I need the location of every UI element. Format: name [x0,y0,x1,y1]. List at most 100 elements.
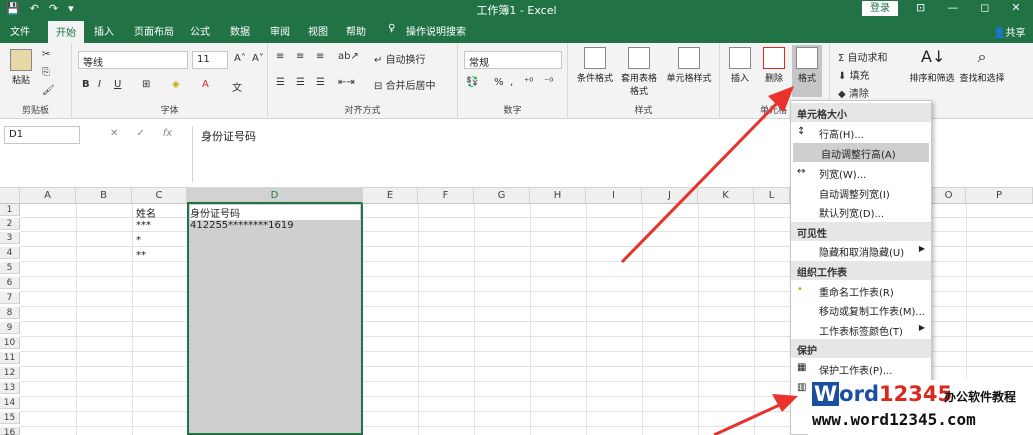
menu-item-hide-unhide[interactable]: 隐藏和取消隐藏(U) ▶ [791,241,931,260]
close-icon[interactable]: ✕ [1011,1,1020,14]
menu-item-tab-color[interactable]: 工作表标签颜色(T) ▶ [791,320,931,339]
row-header-14[interactable]: 14 [0,397,20,409]
column-header-o[interactable]: O [932,188,966,204]
tab-data[interactable]: 数据 [230,23,250,38]
selected-column-d[interactable] [187,204,363,435]
cell-c1[interactable]: 姓名 [136,205,156,220]
italic-button[interactable]: I [98,79,101,90]
percent-button[interactable]: % [494,77,504,88]
conditional-format-button[interactable]: 条件格式 [574,47,616,84]
column-header-p[interactable]: P [966,188,1033,204]
cell-c3[interactable]: * [136,235,141,246]
menu-item-default-width[interactable]: 默认列宽(D)... [791,202,931,221]
tab-view[interactable]: 视图 [308,23,328,38]
number-format-select[interactable]: 常规 [464,51,562,69]
bold-button[interactable]: B [82,79,90,90]
paste-button[interactable]: 粘贴 [6,49,36,86]
font-color-icon[interactable]: A [202,79,209,90]
font-name-select[interactable]: 等线 [78,51,188,69]
align-center-icon[interactable]: ☰ [296,77,305,88]
align-top-icon[interactable]: ≡ [276,51,284,62]
column-header-g[interactable]: G [474,188,530,204]
ribbon-display-icon[interactable]: ⊡ [916,1,925,14]
column-header-d[interactable]: D [187,188,363,204]
tell-me-search[interactable]: 操作说明搜索 [406,23,466,38]
tab-file[interactable]: 文件 [10,23,30,38]
share-button[interactable]: 👤共享 [993,24,1025,39]
tab-home[interactable]: 开始 [48,21,84,43]
menu-item-column-width[interactable]: ↔ 列宽(W)... [791,163,931,182]
select-all-corner[interactable] [0,188,20,204]
orientation-icon[interactable]: ab↗ [338,51,359,62]
align-bottom-icon[interactable]: ≡ [316,51,324,62]
tab-review[interactable]: 审阅 [270,23,290,38]
cell-d1[interactable]: 身份证号码 [190,205,360,220]
row-header-5[interactable]: 5 [0,262,20,274]
tab-formulas[interactable]: 公式 [190,23,210,38]
column-header-e[interactable]: E [363,188,418,204]
indent-icon[interactable]: ⇤⇥ [338,77,355,88]
cell-styles-button[interactable]: 单元格样式 [662,47,716,84]
minimize-icon[interactable]: — [947,1,958,14]
tab-insert[interactable]: 插入 [94,23,114,38]
format-as-table-button[interactable]: 套用表格格式 [618,47,660,97]
row-header-3[interactable]: 3 [0,232,20,244]
column-header-c[interactable]: C [132,188,187,204]
align-left-icon[interactable]: ☰ [276,77,285,88]
row-header-6[interactable]: 6 [0,277,20,289]
cell-d2[interactable]: 412255********1619 [190,220,294,231]
phonetic-icon[interactable]: 文 [232,79,242,94]
cell-c2[interactable]: *** [136,220,151,231]
format-button[interactable]: 格式 [792,45,822,97]
menu-item-row-height[interactable]: ↕ 行高(H)... [791,123,931,142]
name-box[interactable]: D1 [4,126,80,144]
cell-c4[interactable]: ** [136,250,146,261]
find-select-button[interactable]: ⌕ 查找和选择 [956,47,1008,84]
align-middle-icon[interactable]: ≡ [296,51,304,62]
column-header-a[interactable]: A [20,188,76,204]
column-header-l[interactable]: L [754,188,790,204]
column-header-b[interactable]: B [76,188,132,204]
maximize-icon[interactable]: ◻ [980,1,989,14]
tab-help[interactable]: 帮助 [346,23,366,38]
fill-color-icon[interactable]: ◈ [172,79,180,90]
sort-filter-button[interactable]: A↓ 排序和筛选 [906,47,958,84]
row-header-15[interactable]: 15 [0,412,20,424]
fill-button[interactable]: ⬇ 填充 [838,67,870,82]
row-header-2[interactable]: 2 [0,218,20,230]
font-size-select[interactable]: 11 [192,51,228,69]
format-painter-icon[interactable]: 🖌 [42,85,55,96]
increase-decimal-icon[interactable]: ⁺⁰ [524,77,533,88]
column-header-h[interactable]: H [530,188,586,204]
border-icon[interactable]: ⊞ [142,79,150,90]
merge-center-button[interactable]: ⊟ 合并后居中 [374,77,436,92]
column-header-j[interactable]: J [642,188,698,204]
row-header-16[interactable]: 16 [0,427,20,435]
delete-button[interactable]: 删除 [760,47,788,84]
row-header-12[interactable]: 12 [0,367,20,379]
row-header-1[interactable]: 1 [0,204,20,216]
shrink-font-icon[interactable]: A˅ [252,53,264,64]
menu-item-move-copy[interactable]: 移动或复制工作表(M)... [791,300,931,319]
autosum-button[interactable]: Σ 自动求和 [838,49,888,64]
align-right-icon[interactable]: ☰ [316,77,325,88]
copy-icon[interactable]: ⎘ [42,67,50,78]
accounting-icon[interactable]: 💱 [466,77,478,88]
menu-item-autofit-row[interactable]: 自动调整行高(A) [793,143,929,162]
tab-page-layout[interactable]: 页面布局 [134,23,174,38]
login-button[interactable]: 登录 [862,1,898,16]
row-header-4[interactable]: 4 [0,247,20,259]
insert-button[interactable]: 插入 [726,47,754,84]
cancel-icon[interactable]: ✕ [110,128,118,139]
column-header-i[interactable]: I [586,188,642,204]
row-header-8[interactable]: 8 [0,307,20,319]
column-header-f[interactable]: F [418,188,474,204]
insert-function-icon[interactable]: fx [163,128,172,139]
wrap-text-button[interactable]: ↵ 自动换行 [374,51,426,66]
menu-item-autofit-column[interactable]: 自动调整列宽(I) [791,183,931,202]
row-header-10[interactable]: 10 [0,337,20,349]
row-header-7[interactable]: 7 [0,292,20,304]
grow-font-icon[interactable]: A˄ [234,53,246,64]
menu-item-rename-sheet[interactable]: • 重命名工作表(R) [791,281,931,300]
cut-icon[interactable]: ✂ [42,49,50,60]
